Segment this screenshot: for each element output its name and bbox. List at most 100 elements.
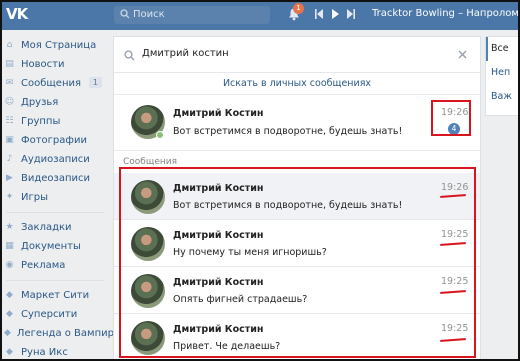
sidebar-item[interactable]: ◆ Маркет Сити [0,286,110,305]
sidebar-item[interactable]: ▶ Видеозаписи [0,169,110,188]
sidebar-item-label: Руна Икс [21,347,68,358]
sidebar-item[interactable]: ⌂ Моя Страница [0,36,110,55]
sidebar-item[interactable]: ★ Закладки [0,218,110,237]
filter-item[interactable]: Важ [486,85,520,109]
play-icon[interactable] [330,8,340,20]
result-text: Вот встретимся в подворотне, будешь знат… [173,200,403,211]
result-time: 19:25 [441,323,469,334]
result-time: 19:25 [441,276,469,287]
next-track-icon[interactable] [346,8,356,20]
sidebar-item-label: Легенда о Вампире [16,328,121,339]
sidebar-item[interactable]: ☺ Друзья [0,93,110,112]
result-text: Опять фигней страдаешь? [173,294,308,305]
sidebar-item[interactable]: ✉ Сообщения 1 [0,74,110,93]
documents-icon: ▦ [5,241,14,251]
search-icon [120,9,130,19]
close-icon[interactable] [457,49,468,60]
top-header: VK Поиск 1 Tracktor Bowling – Напролом (… [0,0,520,30]
sidebar-item-label: Закладки [21,222,72,233]
previous-track-icon[interactable] [314,8,324,20]
friends-icon: ☺ [4,97,15,107]
message-result-row[interactable]: Дмитрий Костин Опять фигней страдаешь? 19:… [114,267,480,314]
dialog-row[interactable]: Дмитрий Костин Вот встретимся в подворот… [114,95,480,151]
filter-item[interactable]: Неп [486,61,520,85]
groups-icon: ☷ [5,116,14,126]
sidebar-item-label: Маркет Сити [21,290,90,301]
sidebar-item[interactable]: ▣ Фотографии [0,131,110,150]
sidebar-item-label: Документы [21,241,81,252]
filter-item[interactable]: Все [486,37,520,61]
vk-logo[interactable]: VK [6,5,28,23]
sidebar-item-label: Моя Страница [21,40,97,51]
message-search-bar[interactable]: Дмитрий костин [114,37,480,73]
home-icon: ⌂ [6,40,13,50]
online-indicator [156,131,164,139]
sidebar-item[interactable]: ☷ Группы [0,112,110,131]
now-playing-track[interactable]: Tracktor Bowling – Напролом (20... [372,8,518,19]
ads-icon: ◉ [5,260,14,270]
audio-icon: ♪ [6,154,13,164]
sidebar-item[interactable]: ◆ Суперсити [0,305,110,324]
sidebar-item-label: Суперсити [21,309,78,320]
sidebar-item-label: Группы [21,116,61,127]
sidebar-item-label: Друзья [21,97,59,108]
photos-icon: ▣ [5,135,14,145]
sidebar-item[interactable]: ◉ Реклама [0,256,110,275]
message-result-row[interactable]: Дмитрий Костин Ну почему ты меня игноришь… [114,220,480,267]
result-text: Ну почему ты меня игноришь? [173,247,327,258]
dialog-filter: Все Неп Важ [485,36,520,116]
sidebar-item-label: Видеозаписи [21,173,91,184]
result-name[interactable]: Дмитрий Костин [173,230,263,241]
sidebar-item[interactable]: ◆ Легенда о Вампире [0,324,120,343]
news-icon: ▤ [5,59,14,69]
result-name[interactable]: Дмитрий Костин [173,277,263,288]
result-time: 19:25 [441,229,469,240]
sidebar-item[interactable]: ◆ Руна Икс [0,343,110,361]
sidebar-item-count: 1 [88,77,102,88]
sidebar-divider [6,280,104,281]
sidebar-item[interactable]: ▤ Новости [0,55,110,74]
left-sidebar: ⌂ Моя Страница ▤ Новости ✉ Сообщения 1 ☺ Друзья ☷… [0,36,120,361]
sidebar-item-label: Аудиозаписи [21,154,90,165]
unread-count-badge: 4 [448,123,460,135]
avatar[interactable] [131,180,165,214]
sidebar-item[interactable]: ♪ Аудиозаписи [0,150,110,169]
result-name[interactable]: Дмитрий Костин [173,324,263,335]
message-result-row[interactable]: Дмитрий Костин Привет. Че делаешь? 19:25 [114,314,480,361]
search-query[interactable]: Дмитрий костин [142,48,229,59]
notification-badge: 1 [293,3,304,14]
sidebar-item-label: Фотографии [21,135,87,146]
app-icon: ◆ [6,290,13,300]
result-text: Привет. Че делаешь? [173,341,281,352]
audio-player-controls [314,8,356,22]
avatar[interactable] [131,274,165,308]
search-in-personal-link[interactable]: Искать в личных сообщениях [114,73,480,95]
sidebar-item[interactable]: ▦ Документы [0,237,110,256]
result-time: 19:26 [441,182,469,193]
search-placeholder: Поиск [133,9,165,20]
messages-section-label: Сообщения [123,157,178,167]
dialog-time: 19:26 [441,107,469,118]
games-icon: ✦ [5,192,14,202]
sidebar-item-label: Сообщения [21,78,82,89]
sidebar-item[interactable]: ✦ Игры [0,188,110,207]
sidebar-divider [6,212,104,213]
bookmarks-icon: ★ [5,222,14,232]
global-search-input[interactable]: Поиск [114,6,270,24]
message-result-row[interactable]: Дмитрий Костин Вот встретимся в подворотн… [114,173,480,220]
app-icon: ◆ [4,328,11,338]
video-icon: ▶ [6,173,13,183]
dialog-text: Вот встретимся в подворотне, будешь знат… [173,126,403,137]
avatar[interactable] [131,321,165,355]
avatar[interactable] [131,227,165,261]
message-results: Дмитрий Костин Вот встретимся в подворотн… [114,173,480,361]
result-name[interactable]: Дмитрий Костин [173,183,263,194]
sidebar-item-label: Игры [21,192,48,203]
app-icon: ◆ [6,309,13,319]
sidebar-item-label: Реклама [21,260,66,271]
messages-icon: ✉ [5,78,14,88]
app-icon: ◆ [6,347,13,357]
dialog-name[interactable]: Дмитрий Костин [173,108,263,119]
sidebar-item-label: Новости [21,59,65,70]
messages-panel: Дмитрий костин Искать в личных сообщения… [113,36,481,361]
